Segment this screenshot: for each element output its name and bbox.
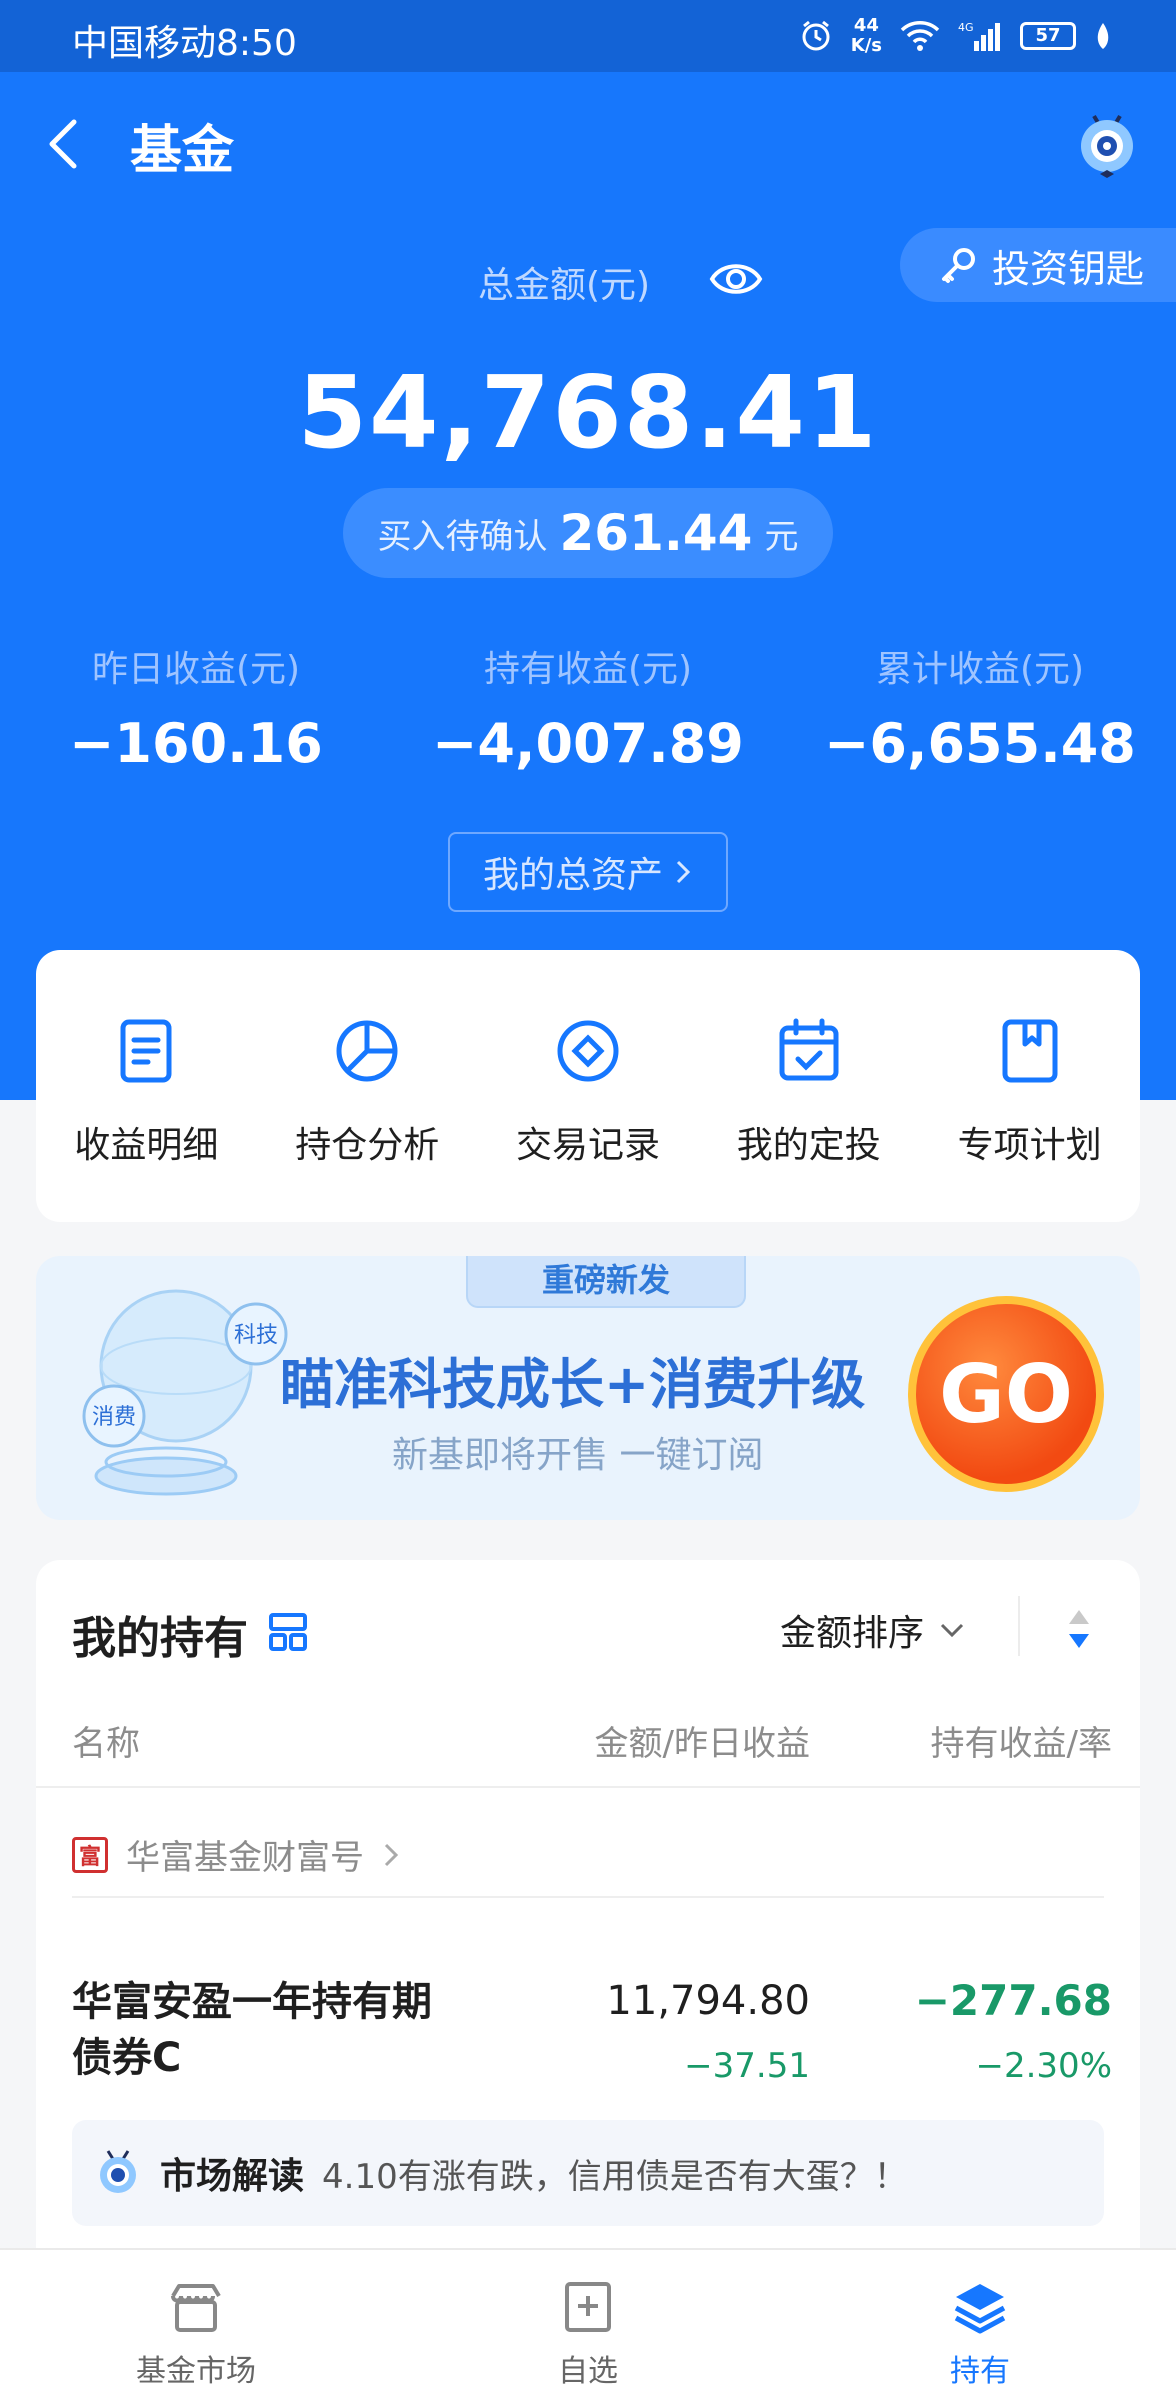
stat-label: 昨日收益(元) bbox=[91, 649, 301, 690]
company-name: 华富基金财富号 bbox=[126, 1838, 364, 1878]
cumulative-profit[interactable]: 累计收益(元) −6,655.48 bbox=[784, 640, 1176, 775]
company-link[interactable]: 富 华富基金财富号 bbox=[72, 1830, 400, 1879]
status-icons: 44 K/s 4G 57 bbox=[799, 10, 1112, 62]
stat-value: −4,007.89 bbox=[432, 712, 744, 775]
tab-label: 持有 bbox=[950, 2354, 1010, 2389]
quick-action-profit-detail[interactable]: 收益明细 bbox=[36, 950, 257, 1222]
sort-order-icon[interactable] bbox=[1064, 1604, 1094, 1654]
fund-hold-rate: −2.30% bbox=[975, 2046, 1113, 2086]
leaf-icon bbox=[1097, 23, 1109, 49]
quick-action-position-analysis[interactable]: 持仓分析 bbox=[257, 950, 478, 1222]
total-amount-label: 总金额(元) bbox=[477, 265, 651, 306]
pending-value: 261.44 bbox=[559, 504, 753, 562]
sort-label: 金额排序 bbox=[780, 1613, 925, 1654]
company-logo: 富 bbox=[72, 1836, 108, 1873]
banner-subtitle: 新基即将开售 一键订阅 bbox=[392, 1435, 764, 1476]
tab-holdings[interactable]: 持有 bbox=[784, 2250, 1176, 2400]
page-title: 基金 bbox=[130, 121, 235, 181]
bookmark-icon bbox=[1002, 1019, 1058, 1083]
document-icon bbox=[120, 1019, 172, 1083]
quick-action-auto-invest[interactable]: 我的定投 bbox=[698, 950, 919, 1222]
divider bbox=[72, 1896, 1104, 1898]
quick-action-label: 交易记录 bbox=[515, 1125, 660, 1166]
market-icon bbox=[171, 2284, 221, 2332]
holding-profit[interactable]: 持有收益(元) −4,007.89 bbox=[392, 640, 784, 775]
layers-icon bbox=[954, 2284, 1006, 2334]
market-content: 4.10有涨有跌，信用债是否有大蛋？！ bbox=[322, 2156, 908, 2197]
tab-label: 自选 bbox=[558, 2354, 618, 2389]
fund-hold-profit: −277.68 bbox=[914, 1976, 1112, 2025]
diamond-icon bbox=[557, 1020, 619, 1082]
header-separator bbox=[1018, 1596, 1020, 1656]
svg-text:4G: 4G bbox=[958, 21, 974, 34]
total-assets-button[interactable]: 我的总资产 bbox=[448, 832, 728, 912]
bubble-tech: 科技 bbox=[234, 1323, 278, 1348]
quick-action-label: 专项计划 bbox=[957, 1125, 1102, 1166]
fund-day-profit: −37.51 bbox=[684, 2046, 810, 2086]
column-hold: 持有收益/率 bbox=[930, 1724, 1112, 1764]
market-title: 市场解读 bbox=[160, 2156, 305, 2197]
fund-amount: 11,794.80 bbox=[606, 1978, 810, 2024]
carrier-time: 中国移动8:50 bbox=[72, 23, 297, 64]
wifi-icon bbox=[900, 21, 940, 51]
pie-chart-icon bbox=[336, 1020, 398, 1082]
pending-confirmation[interactable]: 买入待确认 261.44 元 bbox=[343, 488, 833, 578]
chevron-right-icon bbox=[676, 860, 691, 884]
stat-label: 累计收益(元) bbox=[875, 649, 1085, 690]
banner-tag: 重磅新发 bbox=[466, 1256, 746, 1308]
sort-dropdown[interactable]: 金额排序 bbox=[780, 1604, 966, 1656]
chevron-down-icon bbox=[940, 1623, 964, 1638]
quick-actions-card: 收益明细 持仓分析 交易记录 我的定投 专项计划 bbox=[36, 950, 1140, 1222]
tab-label: 基金市场 bbox=[136, 2354, 256, 2389]
profit-stats: 昨日收益(元) −160.16 持有收益(元) −4,007.89 累计收益(元… bbox=[0, 640, 1176, 775]
total-assets-label: 我的总资产 bbox=[482, 855, 663, 896]
quick-action-trade-records[interactable]: 交易记录 bbox=[478, 950, 699, 1222]
divider bbox=[36, 1786, 1140, 1788]
tab-fund-market[interactable]: 基金市场 bbox=[0, 2250, 392, 2400]
quick-action-special-plan[interactable]: 专项计划 bbox=[919, 950, 1140, 1222]
status-bar: 中国移动8:50 44 K/s 4G 57 bbox=[0, 0, 1176, 72]
stat-label: 持有收益(元) bbox=[483, 649, 693, 690]
signal-icon: 4G bbox=[958, 21, 1000, 51]
back-arrow-icon[interactable] bbox=[40, 108, 88, 180]
quick-action-label: 收益明细 bbox=[74, 1125, 219, 1166]
mascot-icon[interactable] bbox=[1070, 106, 1144, 180]
market-insight[interactable]: 市场解读 4.10有涨有跌，信用债是否有大蛋？！ bbox=[72, 2120, 1104, 2226]
promo-banner[interactable]: 科技 消费 重磅新发 瞄准科技成长+消费升级 新基即将开售 一键订阅 GO bbox=[36, 1256, 1140, 1520]
bubble-consume: 消费 bbox=[92, 1405, 136, 1430]
stat-value: −6,655.48 bbox=[824, 712, 1136, 775]
fund-name[interactable]: 华富安盈一年持有期 债券C bbox=[72, 1974, 532, 2086]
mascot-icon bbox=[100, 2150, 136, 2193]
alarm-icon bbox=[802, 20, 830, 51]
battery-indicator: 57 bbox=[1020, 22, 1076, 50]
add-favorite-icon bbox=[565, 2282, 611, 2332]
net-speed: 44 K/s bbox=[850, 15, 882, 56]
chevron-right-icon bbox=[384, 1843, 399, 1866]
grid-icon[interactable] bbox=[268, 1612, 308, 1652]
pending-unit: 元 bbox=[764, 516, 799, 557]
column-amount: 金额/昨日收益 bbox=[594, 1724, 810, 1764]
total-amount: 54,768.41 bbox=[297, 354, 879, 471]
go-button[interactable]: GO bbox=[908, 1296, 1104, 1492]
banner-title: 瞄准科技成长+消费升级 bbox=[280, 1353, 866, 1416]
quick-action-label: 我的定投 bbox=[736, 1125, 881, 1166]
quick-action-label: 持仓分析 bbox=[295, 1125, 440, 1166]
globe-illustration: 科技 消费 bbox=[82, 1289, 288, 1496]
bottom-tab-bar: 基金市场 自选 持有 bbox=[0, 2248, 1176, 2400]
yesterday-profit[interactable]: 昨日收益(元) −160.16 bbox=[0, 640, 392, 775]
stat-value: −160.16 bbox=[69, 712, 323, 775]
pending-label: 买入待确认 bbox=[377, 516, 548, 557]
calendar-check-icon bbox=[779, 1018, 839, 1081]
eye-icon[interactable] bbox=[708, 254, 764, 304]
column-name: 名称 bbox=[72, 1724, 140, 1764]
holdings-card: 我的持有 金额排序 名称 金额/昨日收益 持有收益/率 富 华富基金财富号 华富… bbox=[36, 1560, 1140, 2260]
holdings-title: 我的持有 bbox=[72, 1613, 248, 1664]
tab-favorites[interactable]: 自选 bbox=[392, 2250, 784, 2400]
